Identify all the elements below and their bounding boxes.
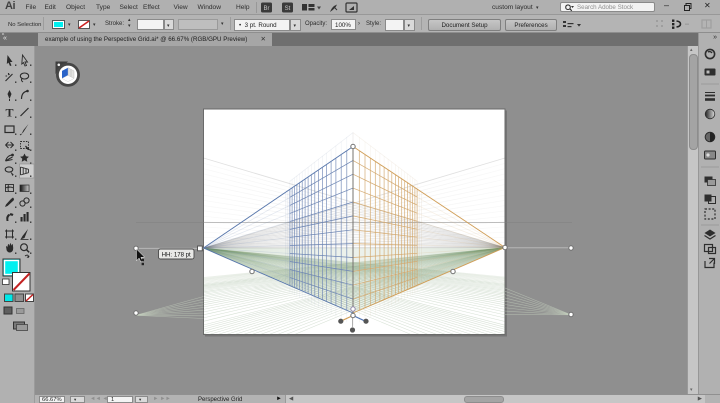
svg-text:T: T (5, 106, 13, 120)
svg-text:HH: 178 pt: HH: 178 pt (162, 251, 191, 258)
